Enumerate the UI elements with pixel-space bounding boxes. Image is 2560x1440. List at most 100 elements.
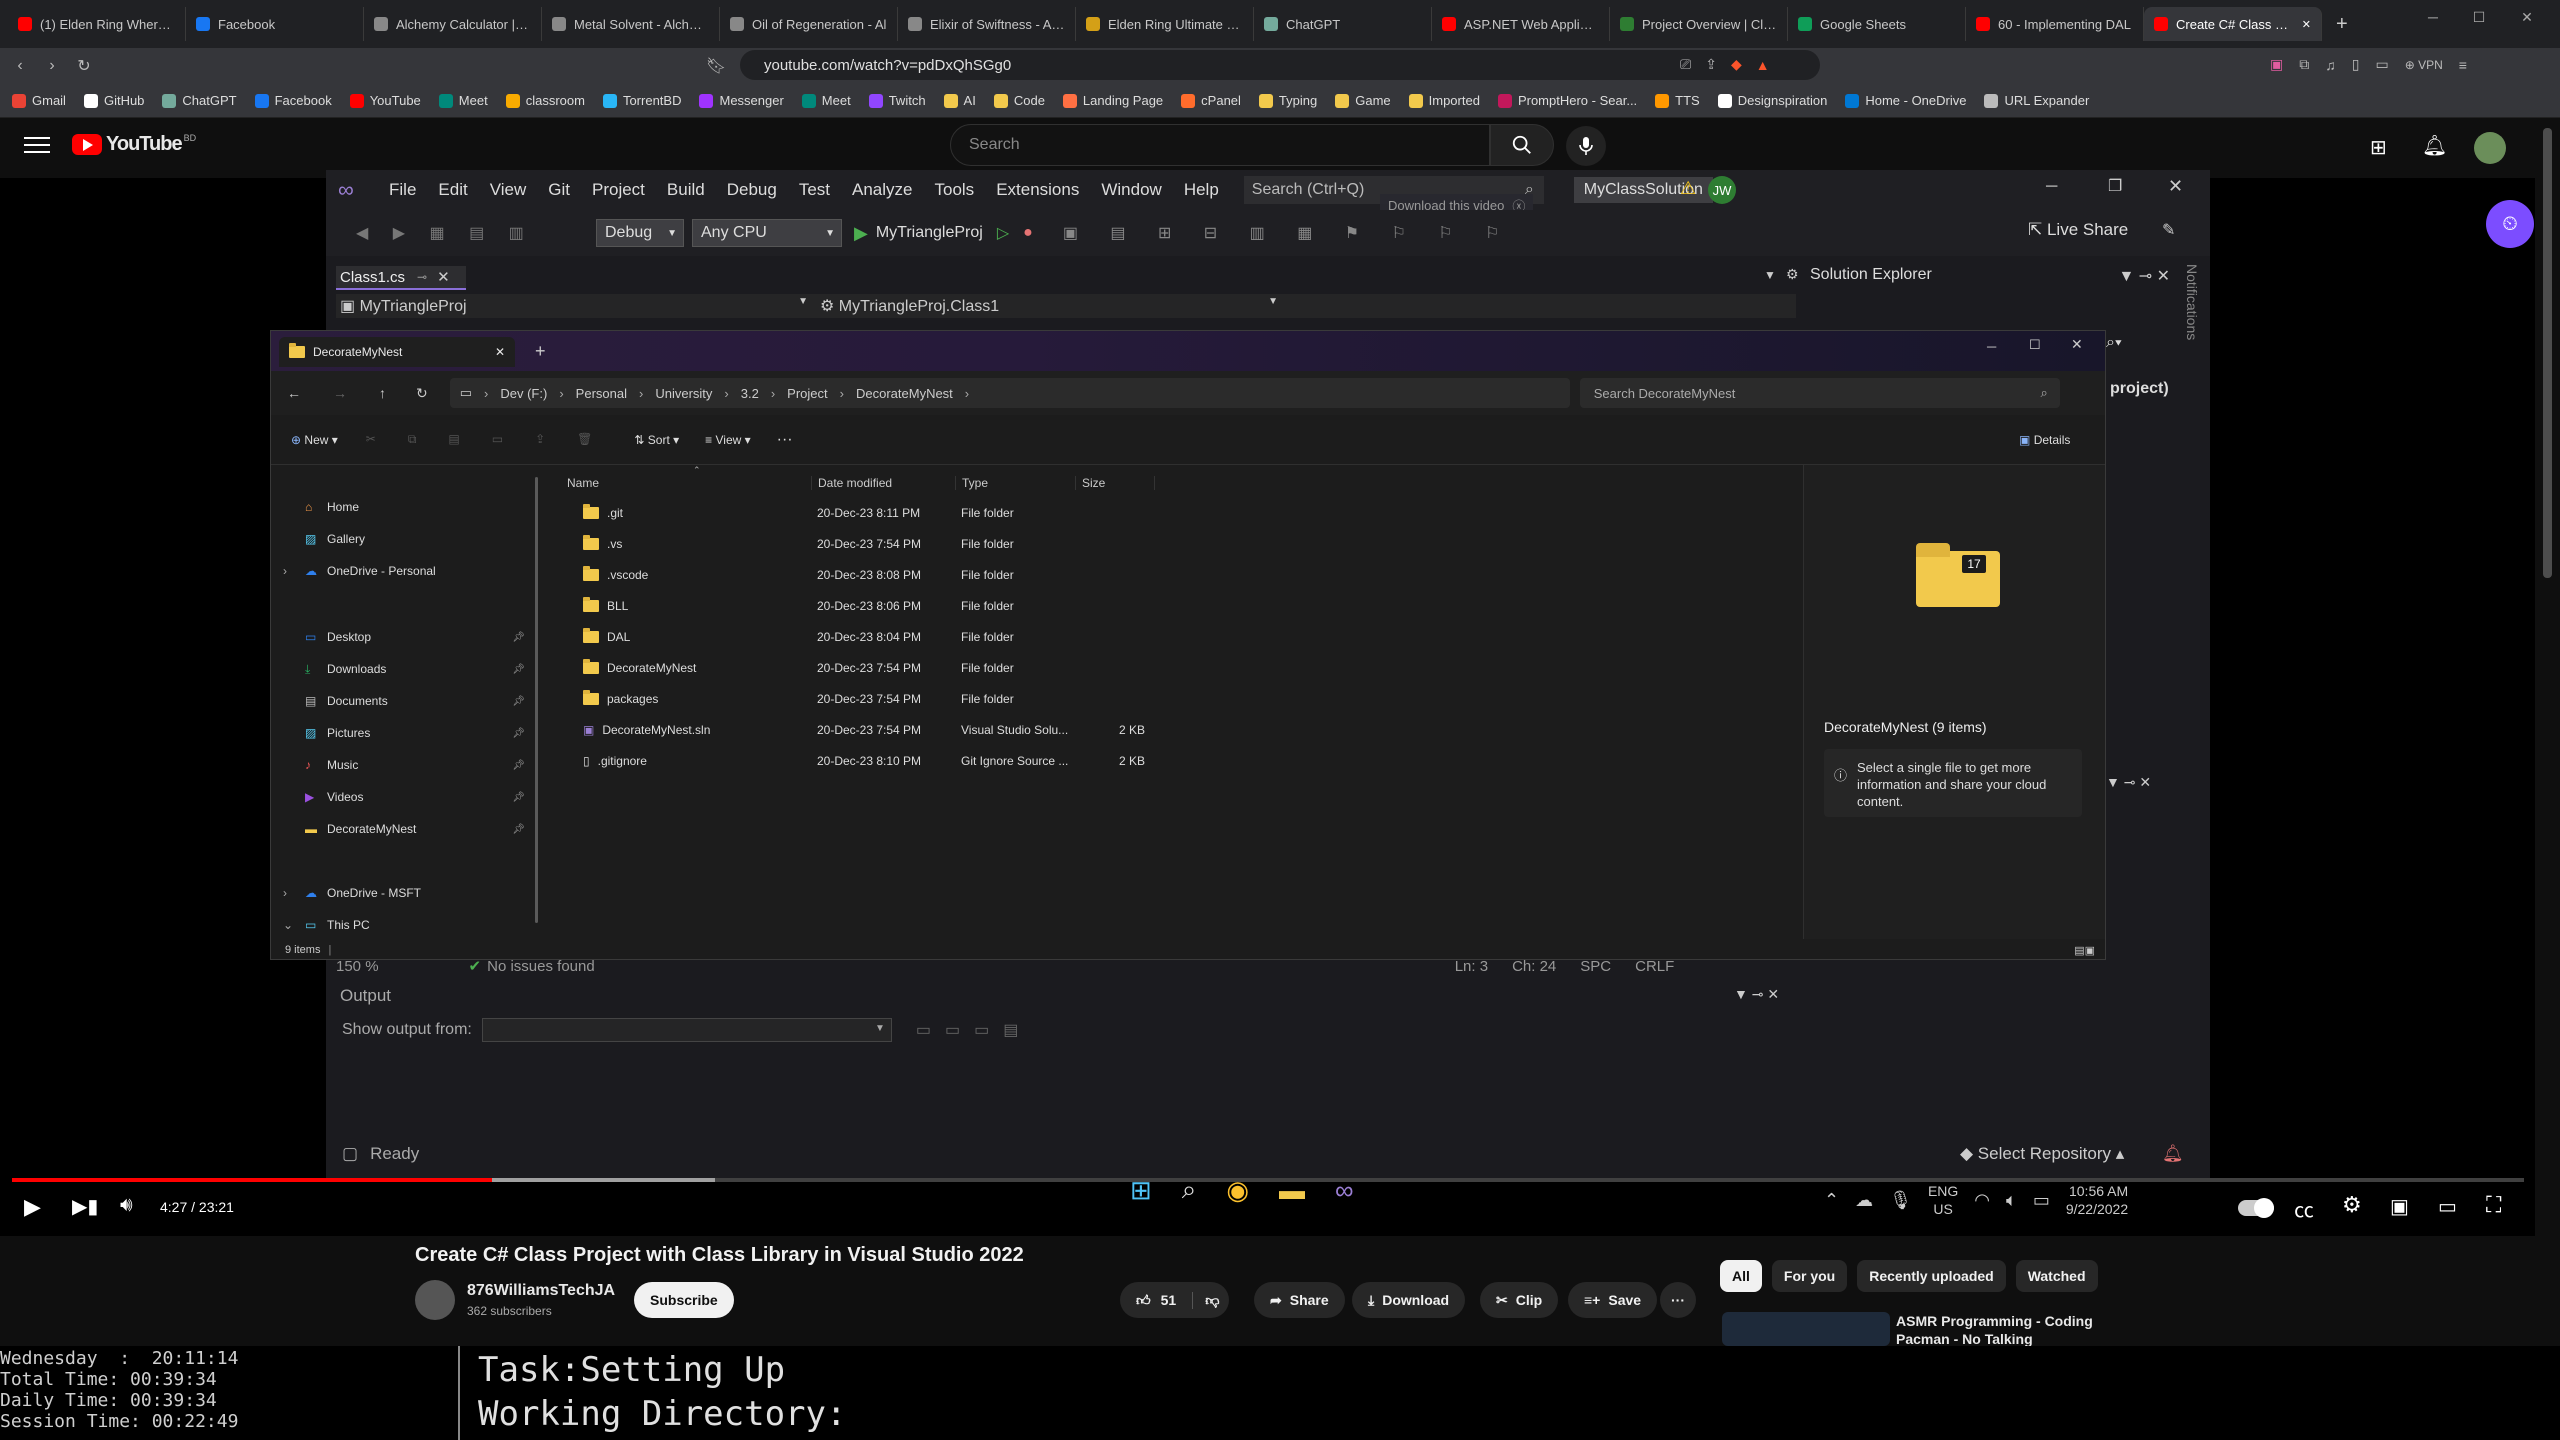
- vs-menu-item[interactable]: Project: [592, 180, 645, 200]
- tray-expand-icon[interactable]: ⌃: [1824, 1190, 1839, 1211]
- extension-icon[interactable]: ▣: [2270, 56, 2283, 73]
- breadcrumb-separator-icon[interactable]: ›: [559, 386, 563, 401]
- close-explorer-tab-icon[interactable]: ✕: [495, 345, 505, 359]
- maximize-window-button[interactable]: ☐: [2456, 0, 2502, 34]
- more-options-icon[interactable]: ···: [777, 431, 793, 449]
- vs-menu-item[interactable]: View: [490, 180, 527, 200]
- autoplay-toggle[interactable]: [2238, 1198, 2274, 1218]
- bookmark-item[interactable]: Gmail: [12, 93, 66, 108]
- browser-tab[interactable]: Metal Solvent - Alchemy: [542, 7, 720, 41]
- output-panel-controls[interactable]: ▼ ⊸ ✕: [1734, 986, 1779, 1003]
- file-row[interactable]: ▯ .gitignore 20-Dec-23 8:10 PM Git Ignore S…: [567, 747, 1145, 775]
- nav-item[interactable]: ▶ Videos 📌︎: [305, 783, 535, 811]
- bookmark-item[interactable]: Imported: [1408, 93, 1480, 108]
- vs-menu-item[interactable]: Window: [1101, 180, 1161, 200]
- browser-tab[interactable]: Create C# Class Proj ✕: [2144, 7, 2322, 41]
- tray-mic-icon[interactable]: 🎙︎: [1889, 1190, 1912, 1211]
- bookmark-item[interactable]: ChatGPT: [162, 93, 237, 108]
- column-name[interactable]: Name: [567, 476, 811, 490]
- browser-tab[interactable]: 60 - Implementing DAL: [1966, 7, 2144, 41]
- bookmark-item[interactable]: Landing Page: [1062, 93, 1163, 108]
- vs-user-avatar[interactable]: JW: [1708, 176, 1736, 204]
- explorer-minimize-icon[interactable]: ─: [1987, 339, 1996, 354]
- vs-toolbar-icons[interactable]: ▣ ▤ ⊞ ⊟ ▥ ▦ ⚑ ⚐ ⚐ ⚐: [1063, 223, 1514, 243]
- vs-menu-item[interactable]: Git: [548, 180, 570, 200]
- breadcrumb[interactable]: ▭ › Dev (F:) › Personal › University › 3.2 › Proje…: [449, 378, 1570, 408]
- share-page-icon[interactable]: ⇪: [1705, 56, 1717, 73]
- url-bar[interactable]: youtube.com/watch?v=pdDxQhSGg0: [740, 50, 1820, 80]
- project-nav-dropdown[interactable]: ▣ MyTriangleProj ▼: [336, 296, 816, 316]
- pin-icon[interactable]: 📌︎: [512, 696, 525, 707]
- explorer-maximize-icon[interactable]: ☐: [2029, 337, 2041, 353]
- browser-tab[interactable]: Oil of Regeneration - Al: [720, 7, 898, 41]
- volume-icon[interactable]: 🔈︎: [2006, 1190, 2017, 1211]
- vpn-button[interactable]: ⊕ VPN: [2405, 58, 2443, 72]
- browser-tab[interactable]: (1) Elden Ring Where To: [8, 7, 186, 41]
- brave-rewards-icon[interactable]: ▲: [1756, 57, 1770, 73]
- properties-panel-controls[interactable]: ▼ ⊸ ✕: [2106, 774, 2151, 791]
- bookmark-item[interactable]: Meet: [438, 93, 488, 108]
- subscribe-button[interactable]: Subscribe: [634, 1282, 734, 1318]
- youtube-search-button[interactable]: [1490, 124, 1554, 166]
- expand-chevron-icon[interactable]: ›: [283, 886, 287, 900]
- language-indicator[interactable]: ENG US: [1928, 1182, 1958, 1218]
- config-dropdown[interactable]: Debug ▼: [596, 219, 684, 247]
- file-row[interactable]: DAL 20-Dec-23 8:04 PM File folder: [567, 623, 1145, 651]
- vs-nav-icons[interactable]: ◀ ▶ ▦ ▤ ▥: [356, 223, 596, 243]
- bookmark-item[interactable]: Typing: [1258, 93, 1317, 108]
- vs-menu-item[interactable]: Edit: [438, 180, 467, 200]
- captions-icon[interactable]: ㏄: [2294, 1194, 2314, 1223]
- bookmark-item[interactable]: Game: [1335, 93, 1391, 108]
- output-toolbar-icons[interactable]: ▭▭▭▤: [916, 1020, 1032, 1040]
- bookmark-item[interactable]: Home - OneDrive: [1845, 93, 1966, 108]
- breadcrumb-separator-icon[interactable]: ›: [639, 386, 643, 401]
- breadcrumb-segment[interactable]: 3.2: [741, 386, 759, 401]
- bookmark-item[interactable]: Twitch: [868, 93, 926, 108]
- vs-menu-item[interactable]: Build: [667, 180, 705, 200]
- vs-menu-item[interactable]: Extensions: [996, 180, 1079, 200]
- spc-indicator[interactable]: SPC: [1580, 958, 1611, 975]
- notifications-side-tab[interactable]: Notifications: [2184, 264, 2200, 340]
- tab-list-dropdown-icon[interactable]: ▼: [1764, 268, 1776, 282]
- wallet-icon[interactable]: ▭: [2375, 56, 2388, 73]
- live-share-button[interactable]: ⇱ Live Share: [2028, 220, 2128, 240]
- breadcrumb-separator-icon[interactable]: ›: [840, 386, 844, 401]
- volume-control-icon[interactable]: 🔊︎: [120, 1194, 133, 1217]
- miniplayer-icon[interactable]: ▣: [2390, 1194, 2409, 1219]
- browser-tab[interactable]: Elden Ring Ultimate Che: [1076, 7, 1254, 41]
- file-row[interactable]: .git 20-Dec-23 8:11 PM File folder: [567, 499, 1145, 527]
- bookmark-item[interactable]: cPanel: [1181, 93, 1241, 108]
- bookmark-item[interactable]: YouTube: [349, 93, 421, 108]
- output-source-dropdown[interactable]: ▼: [481, 1018, 892, 1042]
- scrollbar-thumb[interactable]: [2543, 128, 2552, 578]
- browser-tab[interactable]: Alchemy Calculator | bdc: [364, 7, 542, 41]
- bookmark-item[interactable]: Designspiration: [1717, 93, 1827, 108]
- bookmark-item[interactable]: Meet: [801, 93, 851, 108]
- pin-icon[interactable]: 📌︎: [512, 760, 525, 771]
- recommended-title[interactable]: ASMR Programming - Coding Pacman - No Tal…: [1896, 1312, 2093, 1348]
- recommended-thumbnail[interactable]: [1722, 1312, 1890, 1346]
- reload-icon[interactable]: ↻: [68, 50, 100, 82]
- breadcrumb-separator-icon[interactable]: ›: [724, 386, 728, 401]
- brave-shield-icon[interactable]: ◆: [1731, 56, 1742, 73]
- pin-icon[interactable]: 📌︎: [512, 824, 525, 835]
- vs-menu-item[interactable]: File: [389, 180, 416, 200]
- tab-settings-icon[interactable]: ⚙: [1786, 266, 1799, 283]
- expand-chevron-icon[interactable]: ›: [283, 564, 287, 578]
- file-row[interactable]: .vscode 20-Dec-23 8:08 PM File folder: [567, 561, 1145, 589]
- onedrive-icon[interactable]: ☁: [1855, 1190, 1873, 1211]
- pin-icon[interactable]: 📌︎: [512, 792, 525, 803]
- start-debug-icon[interactable]: ▶: [854, 223, 868, 244]
- nav-item[interactable]: ▨ Gallery: [305, 525, 535, 553]
- new-button[interactable]: ⊕ New ▾: [291, 433, 338, 447]
- close-tab-icon[interactable]: ✕: [2302, 18, 2311, 31]
- vs-menu-item[interactable]: Tools: [935, 180, 975, 200]
- clip-button[interactable]: ✂ Clip: [1480, 1282, 1559, 1318]
- page-scrollbar[interactable]: [2535, 118, 2560, 1346]
- issues-status[interactable]: No issues found: [487, 958, 595, 975]
- avatar[interactable]: [2474, 132, 2506, 164]
- explorer-back-icon[interactable]: ←: [287, 385, 301, 401]
- like-button[interactable]: 👍︎ 51 👎︎: [1120, 1282, 1230, 1318]
- channel-name[interactable]: 876WilliamsTechJA: [467, 1282, 615, 1300]
- browser-tab[interactable]: ChatGPT: [1254, 7, 1432, 41]
